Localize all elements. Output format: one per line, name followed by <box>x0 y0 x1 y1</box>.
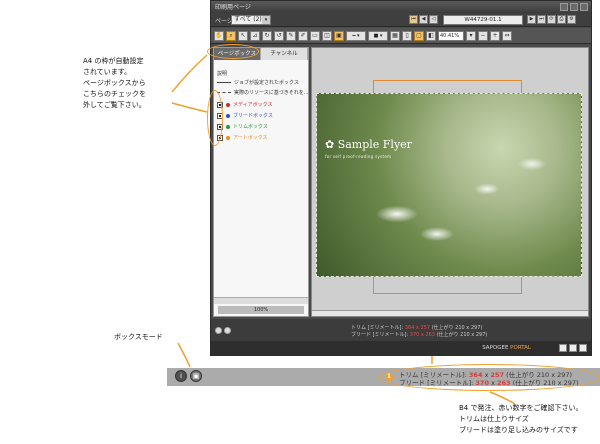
note-line: ブリードは塗り足し込みのサイズです <box>459 426 578 434</box>
note-line: 外してご覧下さい。 <box>83 101 146 109</box>
bottom-instruction-note: B4 で発注、赤い数字をご確認下さい。 トリムは仕上りサイズ ブリードは塗り足し… <box>459 403 582 436</box>
note-line: されています。 <box>83 68 132 76</box>
left-instruction-note: A4 の枠が自動設定 されています。 ページボックスから こちらのチェックを 外… <box>83 56 146 111</box>
note-line: B4 で発注、赤い数字をご確認下さい。 <box>459 404 583 412</box>
arrow-to-tab <box>171 54 208 93</box>
box-mode-note: ボックスモード <box>114 333 163 341</box>
note-line: ページボックスから <box>83 79 146 87</box>
note-line: こちらのチェックを <box>83 90 146 98</box>
arrow-to-checkboxes <box>171 102 208 113</box>
arrow-to-box-mode <box>177 342 191 368</box>
note-line: トリムは仕上りサイズ <box>459 415 529 423</box>
note-line: A4 の枠が自動設定 <box>83 57 144 65</box>
